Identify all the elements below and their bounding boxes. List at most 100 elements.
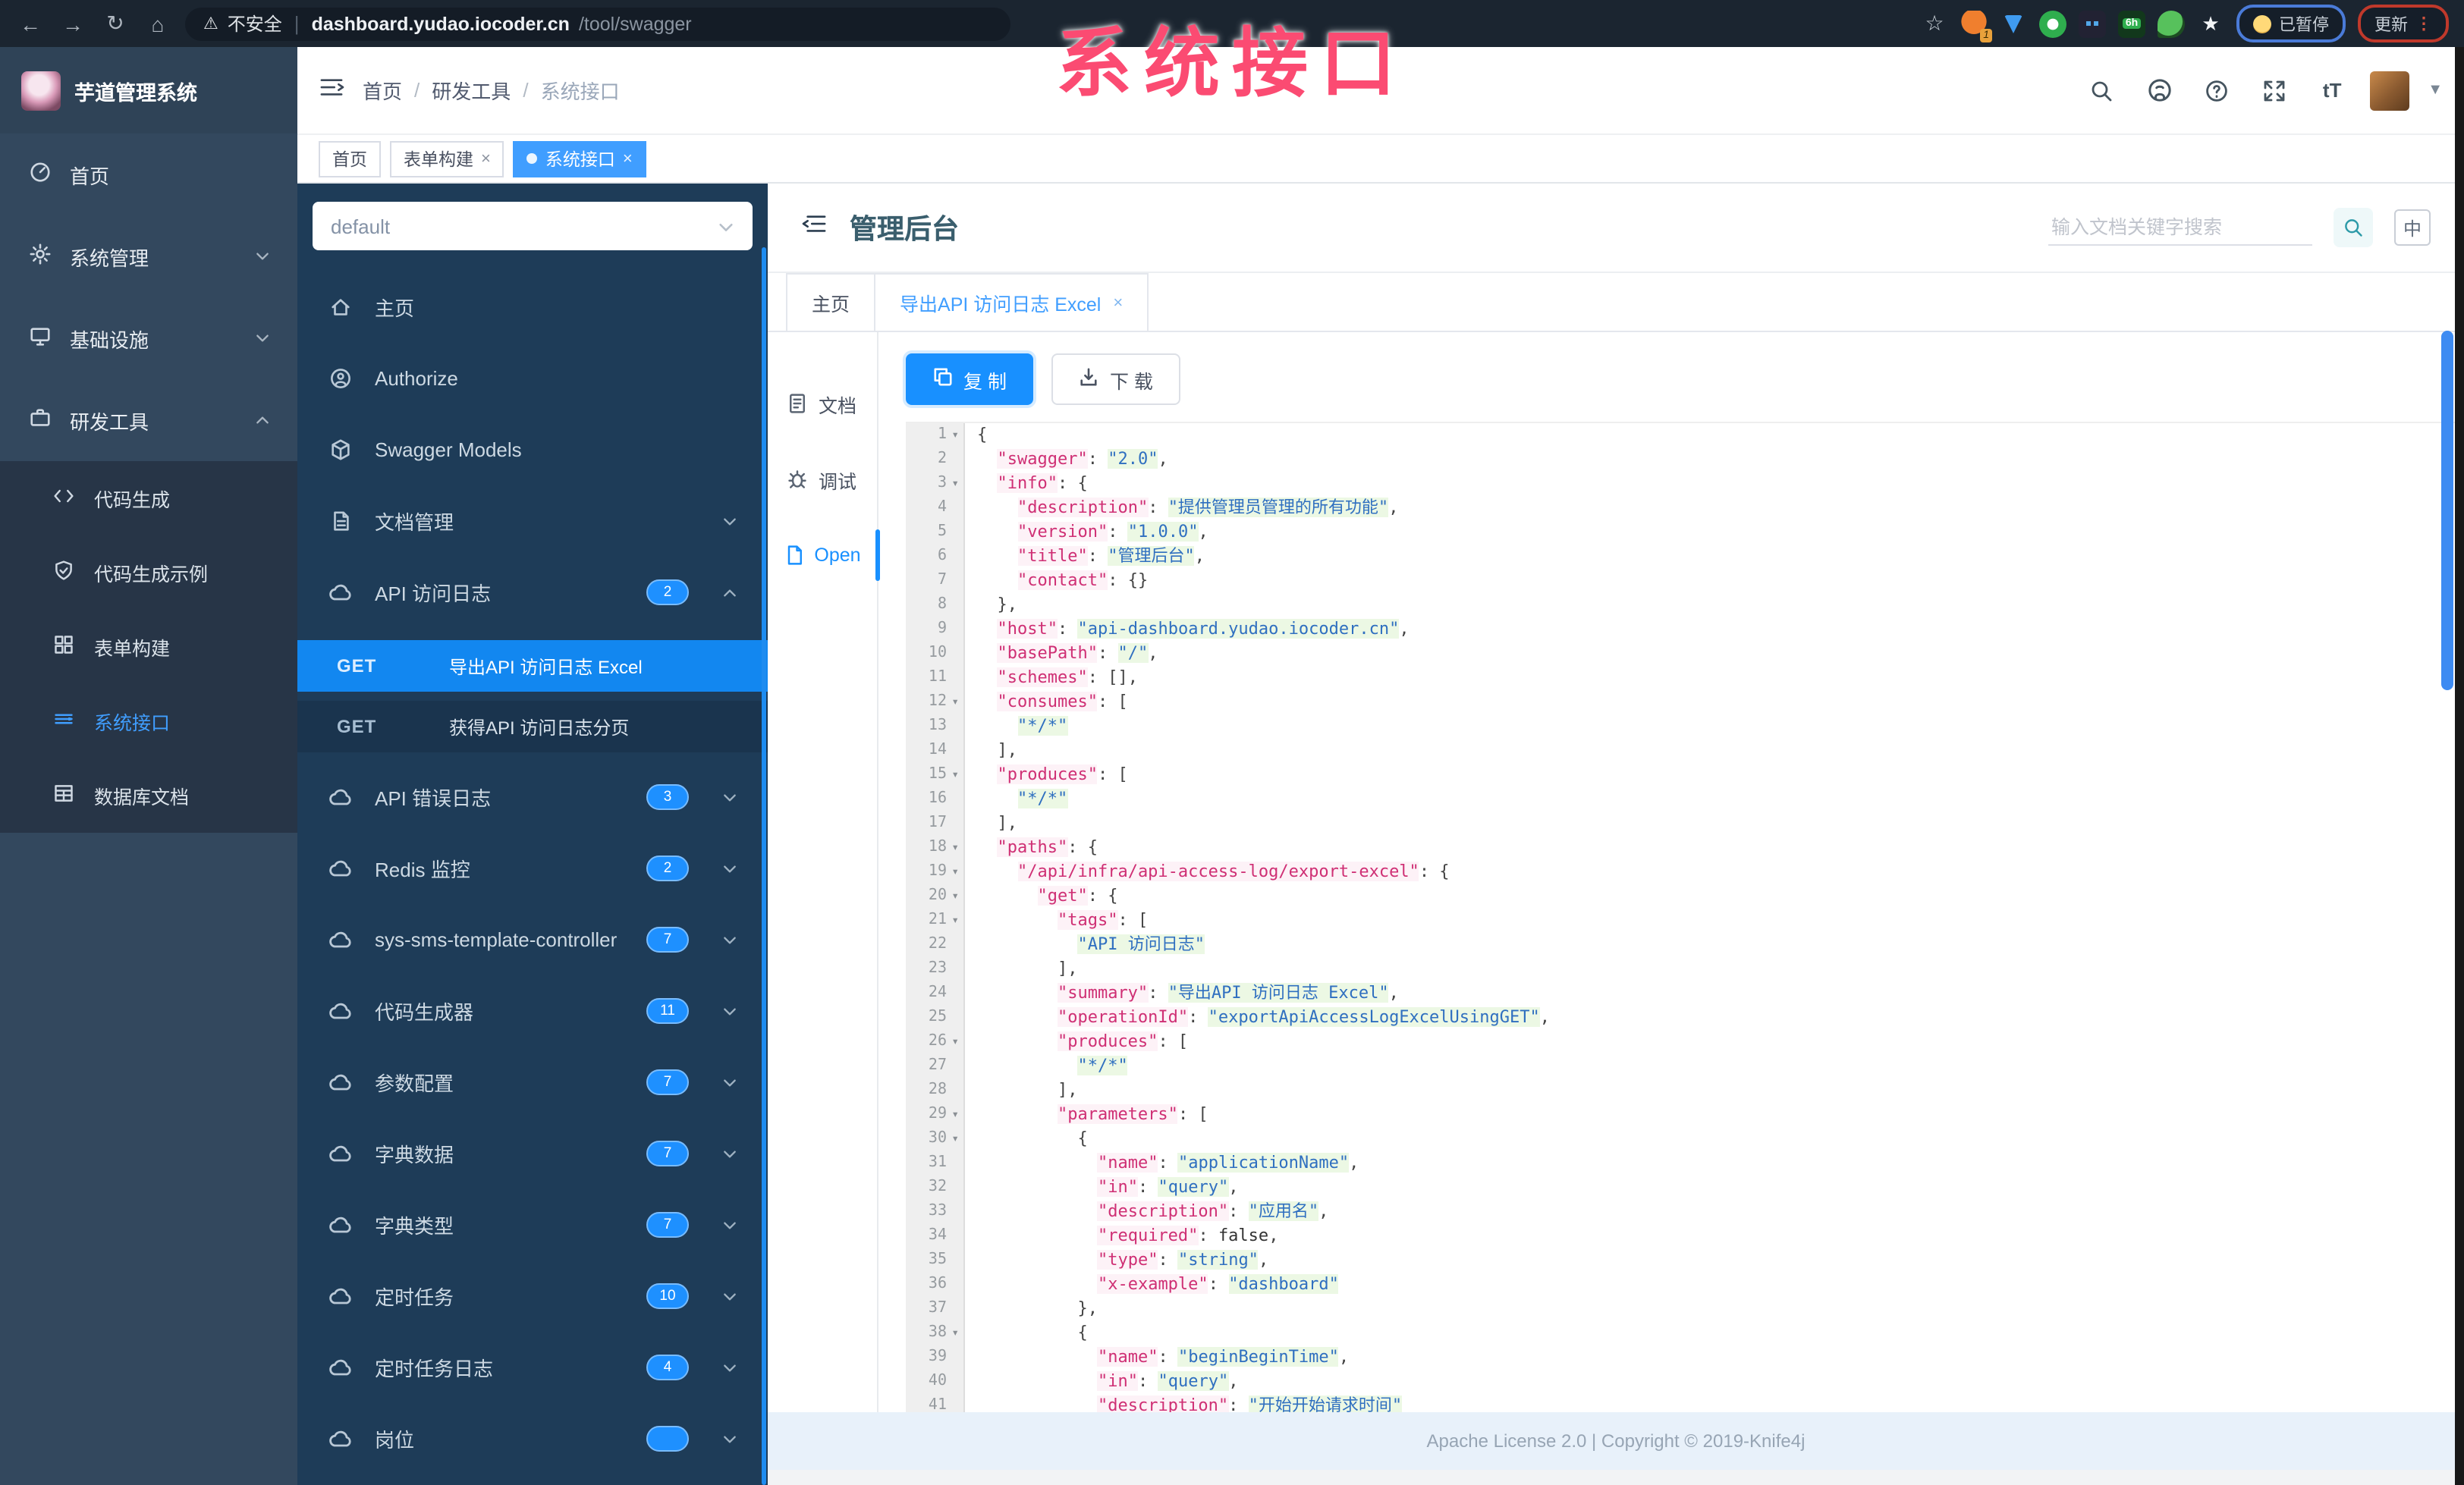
breadcrumb-devtools[interactable]: 研发工具 xyxy=(432,76,511,105)
copy-button[interactable]: 复 制 xyxy=(906,353,1034,405)
collapse-sidebar-icon[interactable] xyxy=(801,212,828,243)
update-chip[interactable]: 更新 ⋮ xyxy=(2358,5,2449,42)
sidebar-item-db-doc[interactable]: 数据库文档 xyxy=(0,758,297,833)
project-select[interactable]: default xyxy=(313,202,753,250)
tags-view: 首页 表单构建 × 系统接口 × xyxy=(297,135,2464,184)
home-icon[interactable]: ⌂ xyxy=(143,11,173,36)
not-secure-icon: ⚠ xyxy=(203,15,218,33)
app-logo-row[interactable]: 芋道管理系统 xyxy=(0,47,297,133)
tag-system-api[interactable]: 系统接口 × xyxy=(513,140,646,177)
extension-icon[interactable]: 1 xyxy=(1960,10,1992,42)
fold-icon[interactable]: ▾ xyxy=(947,909,959,933)
swagger-nav-doc-manage[interactable]: 文档管理 xyxy=(297,485,768,557)
sidebar-item-codegen-demo[interactable]: 代码生成示例 xyxy=(0,535,297,610)
paused-extension-chip[interactable]: 已暂停 xyxy=(2236,5,2346,42)
extension-icon[interactable] xyxy=(2039,10,2066,37)
extension-icon[interactable]: ★ xyxy=(2197,10,2224,37)
back-icon[interactable]: ← xyxy=(15,11,46,36)
swagger-group-api-access-log[interactable]: API 访问日志 2 xyxy=(297,557,768,628)
fold-icon[interactable]: ▾ xyxy=(947,763,959,787)
swagger-group[interactable]: 岗位 xyxy=(297,1403,768,1474)
address-bar[interactable]: ⚠ 不安全 | dashboard.yudao.iocoder.cn/tool/… xyxy=(185,7,1010,40)
http-method-label: GET xyxy=(337,655,377,677)
breadcrumb-home[interactable]: 首页 xyxy=(363,76,402,105)
chevron-down-icon xyxy=(722,1003,737,1019)
fold-icon[interactable]: ▾ xyxy=(947,1103,959,1127)
bookmark-star-icon[interactable]: ☆ xyxy=(1921,10,1948,37)
swagger-group[interactable]: 定时任务 10 xyxy=(297,1261,768,1332)
tag-form-builder[interactable]: 表单构建 × xyxy=(390,140,504,177)
sidebar-item-infra[interactable]: 基础设施 xyxy=(0,297,297,379)
sidebar-toggle-icon[interactable] xyxy=(319,75,344,105)
caret-down-icon[interactable]: ▼ xyxy=(2428,82,2443,99)
extension-pin-icon[interactable] xyxy=(2000,10,2027,37)
swagger-group[interactable]: Redis 监控 2 xyxy=(297,833,768,904)
language-toggle[interactable]: 中 xyxy=(2394,209,2431,246)
fold-icon[interactable]: ▾ xyxy=(947,884,959,909)
sidebar-item-codegen[interactable]: 代码生成 xyxy=(0,461,297,535)
doc-tab-home[interactable]: 主页 xyxy=(786,273,876,331)
sidebar-item-system-api[interactable]: 系统接口 xyxy=(0,684,297,758)
line-number: 1 ▾ xyxy=(906,423,963,447)
help-icon[interactable] xyxy=(2197,71,2236,110)
font-size-icon[interactable]: tT xyxy=(2312,71,2352,110)
swagger-group[interactable]: 代码生成器 11 xyxy=(297,975,768,1047)
side-tab-doc[interactable]: 文档 xyxy=(768,366,877,441)
swagger-group[interactable]: 字典数据 7 xyxy=(297,1118,768,1189)
sidebar-item-devtools[interactable]: 研发工具 xyxy=(0,379,297,461)
operation-label: 获得API 访问日志分页 xyxy=(449,717,630,738)
reload-icon[interactable]: ↻ xyxy=(100,11,130,36)
doc-tab-export-api[interactable]: 导出API 访问日志 Excel × xyxy=(874,273,1149,331)
extension-icon[interactable]: 6h xyxy=(2118,10,2145,37)
fold-icon[interactable]: ▾ xyxy=(947,690,959,714)
tag-home[interactable]: 首页 xyxy=(319,140,381,177)
swagger-nav-authorize[interactable]: Authorize xyxy=(297,343,768,414)
forward-icon[interactable]: → xyxy=(58,11,88,36)
count-badge: 3 xyxy=(646,784,689,810)
doc-search-icon[interactable] xyxy=(2334,208,2373,247)
search-icon[interactable] xyxy=(2082,71,2121,110)
download-button[interactable]: 下 载 xyxy=(1051,353,1180,405)
close-icon[interactable]: × xyxy=(623,149,633,168)
operation-row[interactable]: GET 获得API 访问日志分页 xyxy=(297,701,768,752)
side-tab-debug[interactable]: 调试 xyxy=(768,441,877,517)
json-editor[interactable]: 1 ▾ 2 3 ▾ 4 5 6 7 8 9 10 11 12 ▾ 13 14 15 ▾ 16 1… xyxy=(906,422,2464,1414)
swagger-group[interactable]: 定时任务日志 4 xyxy=(297,1332,768,1403)
gear-icon xyxy=(27,243,52,270)
cloud-icon xyxy=(328,1215,354,1235)
avatar[interactable] xyxy=(2370,71,2410,110)
github-icon[interactable] xyxy=(2139,71,2179,110)
operation-label: 导出API 访问日志 Excel xyxy=(449,656,643,677)
fold-icon[interactable]: ▾ xyxy=(947,1321,959,1345)
sidebar-item-home[interactable]: 首页 xyxy=(0,133,297,215)
count-badge: 2 xyxy=(646,856,689,881)
fold-icon[interactable]: ▾ xyxy=(947,860,959,884)
line-number: 9 xyxy=(937,620,947,637)
swagger-nav-home[interactable]: 主页 xyxy=(297,272,768,343)
swagger-group[interactable]: API 错误日志 3 xyxy=(297,761,768,833)
close-icon[interactable]: × xyxy=(1113,294,1123,312)
fold-icon[interactable]: ▾ xyxy=(947,836,959,860)
swagger-scrollbar[interactable] xyxy=(762,247,766,1485)
operation-row[interactable]: GET 导出API 访问日志 Excel xyxy=(297,640,768,692)
sidebar-item-system[interactable]: 系统管理 xyxy=(0,215,297,297)
fold-icon[interactable]: ▾ xyxy=(947,472,959,496)
sidebar-item-form-builder[interactable]: 表单构建 xyxy=(0,610,297,684)
fold-icon[interactable]: ▾ xyxy=(947,423,959,447)
extension-icon[interactable] xyxy=(2158,10,2185,37)
side-tab-open[interactable]: Open xyxy=(768,517,880,593)
code-line: "basePath": "/", xyxy=(997,643,1158,663)
fold-icon[interactable]: ▾ xyxy=(947,1030,959,1054)
swagger-nav-models[interactable]: Swagger Models xyxy=(297,414,768,485)
swagger-group[interactable]: 字典类型 7 xyxy=(297,1189,768,1261)
chevron-down-icon xyxy=(255,249,270,264)
extension-grid-icon[interactable] xyxy=(2079,10,2106,37)
line-number: 35 xyxy=(928,1251,947,1268)
swagger-group[interactable]: sys-sms-template-controller 7 xyxy=(297,904,768,975)
page-scrollbar[interactable] xyxy=(2441,331,2453,690)
doc-search-input[interactable] xyxy=(2048,210,2312,245)
fold-icon[interactable]: ▾ xyxy=(947,1127,959,1151)
close-icon[interactable]: × xyxy=(481,149,491,168)
fullscreen-icon[interactable] xyxy=(2255,71,2294,110)
swagger-group[interactable]: 参数配置 7 xyxy=(297,1047,768,1118)
